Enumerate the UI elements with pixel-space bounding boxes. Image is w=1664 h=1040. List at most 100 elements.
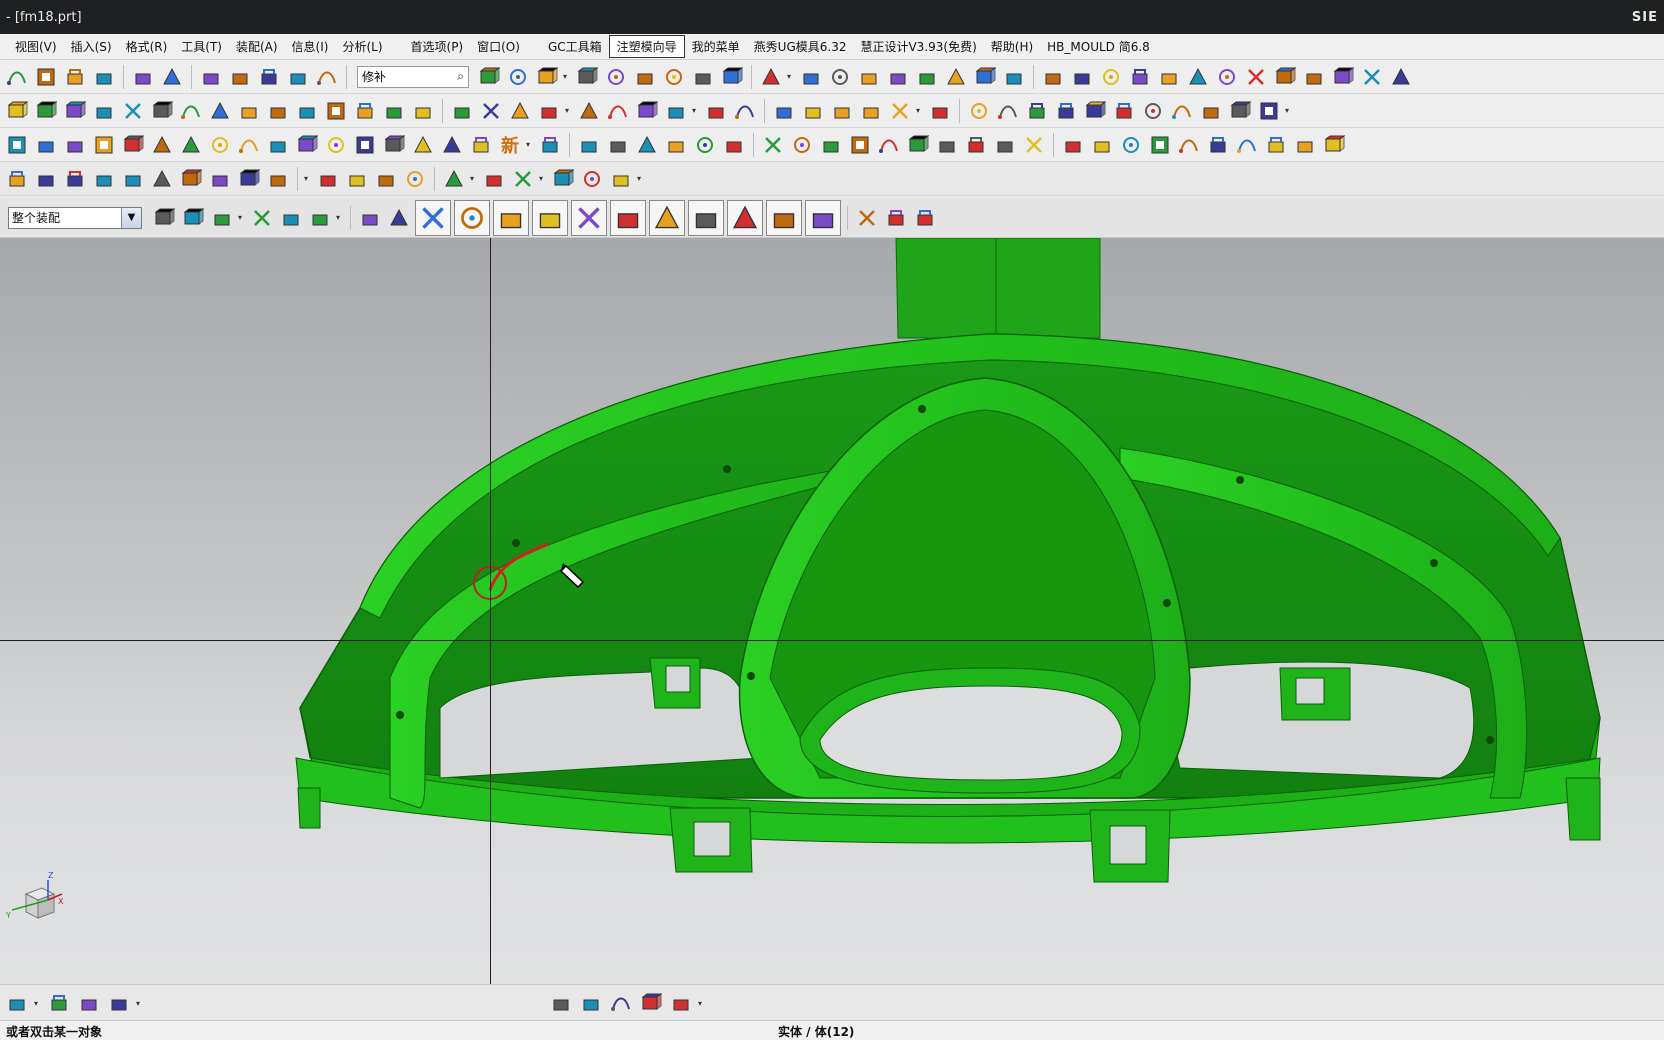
menu-format[interactable]: 格式(R) xyxy=(119,36,175,57)
snap-intersection-icon[interactable] xyxy=(571,199,607,236)
page-icon[interactable] xyxy=(1388,64,1414,90)
menu-view[interactable]: 视图(V) xyxy=(8,36,64,57)
new-feature-button[interactable]: 新 xyxy=(497,132,523,158)
align-icon[interactable] xyxy=(576,132,602,158)
pocket-icon[interactable] xyxy=(576,98,602,124)
white-swatch-icon[interactable] xyxy=(1330,64,1356,90)
mirror-icon[interactable] xyxy=(1156,64,1182,90)
chevron-down-icon[interactable]: ▾ xyxy=(136,999,144,1008)
fillet-tool-icon[interactable] xyxy=(120,166,146,192)
snap-arc-center-icon[interactable] xyxy=(649,199,685,236)
runner-icon[interactable] xyxy=(410,98,436,124)
pocket-icon[interactable] xyxy=(149,132,175,158)
text-icon[interactable] xyxy=(856,64,882,90)
datum-axis-icon[interactable] xyxy=(46,990,72,1016)
chevron-down-icon[interactable]: ▾ xyxy=(470,174,478,183)
snap-on-surface-icon[interactable] xyxy=(805,199,841,236)
mold-base-icon[interactable] xyxy=(265,98,291,124)
snap-all-icon[interactable] xyxy=(415,199,451,236)
rectangle-icon[interactable] xyxy=(966,98,992,124)
dimension-tool-icon[interactable] xyxy=(550,166,576,192)
save-icon[interactable] xyxy=(4,64,30,90)
menu-preferences[interactable]: 首选项(P) xyxy=(404,36,471,57)
properties-icon[interactable] xyxy=(256,64,282,90)
clamp-icon[interactable] xyxy=(1001,64,1027,90)
rotate-icon[interactable] xyxy=(887,98,913,124)
graphics-viewport[interactable]: Z X Y xyxy=(0,238,1664,984)
groove-icon[interactable] xyxy=(294,132,320,158)
export-icon[interactable] xyxy=(1301,64,1327,90)
point-select-icon[interactable] xyxy=(249,205,275,231)
point-icon[interactable] xyxy=(1214,64,1240,90)
measure-icon[interactable] xyxy=(608,166,634,192)
dimension-icon[interactable] xyxy=(885,64,911,90)
slider-icon[interactable] xyxy=(352,98,378,124)
chevron-down-icon[interactable]: ▾ xyxy=(34,999,42,1008)
menu-tools[interactable]: 工具(T) xyxy=(174,36,229,57)
cavity-layout-icon[interactable] xyxy=(178,98,204,124)
hidden-dashed-icon[interactable] xyxy=(661,64,687,90)
menu-insert[interactable]: 插入(S) xyxy=(64,36,119,57)
gear-tool-icon[interactable] xyxy=(579,166,605,192)
menu-my-menu[interactable]: 我的菜单 xyxy=(685,36,747,57)
command-search-field[interactable]: ⌕ xyxy=(357,65,469,88)
color-swatch-icon[interactable] xyxy=(883,205,909,231)
extend-icon[interactable] xyxy=(1198,98,1224,124)
cubes-icon[interactable] xyxy=(1089,132,1115,158)
chevron-down-icon[interactable]: ▾ xyxy=(787,72,795,81)
electrode-icon[interactable] xyxy=(507,98,533,124)
chamfer-icon[interactable] xyxy=(789,132,815,158)
menu-info[interactable]: 信息(I) xyxy=(285,36,336,57)
square-icon[interactable] xyxy=(692,132,718,158)
drawing-icon[interactable] xyxy=(634,98,660,124)
wireframe-icon[interactable] xyxy=(632,64,658,90)
csys-icon[interactable] xyxy=(76,990,102,1016)
mold-csys-icon[interactable] xyxy=(91,98,117,124)
component-icon[interactable] xyxy=(827,64,853,90)
menu-gc-toolkit[interactable]: GC工具箱 xyxy=(541,36,609,57)
shell-icon[interactable] xyxy=(847,132,873,158)
pin-icon[interactable] xyxy=(905,132,931,158)
cube-orange-icon[interactable] xyxy=(1176,132,1202,158)
xf-icon[interactable] xyxy=(638,990,664,1016)
gate-icon[interactable] xyxy=(449,98,475,124)
panel-icon[interactable] xyxy=(1321,132,1347,158)
snap-tangent-icon[interactable] xyxy=(610,199,646,236)
datum-csys-icon[interactable] xyxy=(1243,64,1269,90)
paste-icon[interactable] xyxy=(62,64,88,90)
point-tool-icon[interactable] xyxy=(236,166,262,192)
flange-icon[interactable] xyxy=(381,132,407,158)
sheet-icon[interactable] xyxy=(934,132,960,158)
snap-endpoint-icon[interactable] xyxy=(454,199,490,236)
patch-icon[interactable] xyxy=(207,98,233,124)
circle-target-icon[interactable] xyxy=(33,132,59,158)
arc-tool-icon[interactable] xyxy=(62,166,88,192)
rectangle-tool-icon[interactable] xyxy=(178,166,204,192)
solid-yellow-icon[interactable] xyxy=(800,98,826,124)
view-manager-icon[interactable] xyxy=(732,98,758,124)
standard-part-icon[interactable] xyxy=(294,98,320,124)
background-icon[interactable] xyxy=(758,64,784,90)
assembly-filter-icon[interactable] xyxy=(151,205,177,231)
spread-icon[interactable] xyxy=(537,132,563,158)
swept-surface-icon[interactable] xyxy=(995,98,1021,124)
shaded-edges-icon[interactable] xyxy=(603,64,629,90)
house-icon[interactable] xyxy=(468,132,494,158)
no-entry-icon[interactable] xyxy=(1060,132,1086,158)
datum-plane-icon[interactable] xyxy=(4,132,30,158)
camera-icon[interactable] xyxy=(1359,64,1385,90)
chevron-down-icon[interactable]: ▾ xyxy=(336,213,344,222)
constraint-icon[interactable] xyxy=(510,166,536,192)
menu-analysis[interactable]: 分析(L) xyxy=(335,36,389,57)
plane-icon[interactable] xyxy=(1234,132,1260,158)
offset-surface-icon[interactable] xyxy=(1053,98,1079,124)
angle-icon[interactable] xyxy=(634,132,660,158)
tube-icon[interactable] xyxy=(721,132,747,158)
face-blend-icon[interactable] xyxy=(1082,98,1108,124)
table-icon[interactable] xyxy=(668,990,694,1016)
menu-yanxiu[interactable]: 燕秀UG模具6.32 xyxy=(747,36,854,57)
sew-icon[interactable] xyxy=(1140,98,1166,124)
chevron-down-icon[interactable]: ▼ xyxy=(121,207,141,228)
copy-icon[interactable] xyxy=(33,64,59,90)
selection-scope-dropdown[interactable]: 整个装配 ▼ xyxy=(8,206,142,229)
